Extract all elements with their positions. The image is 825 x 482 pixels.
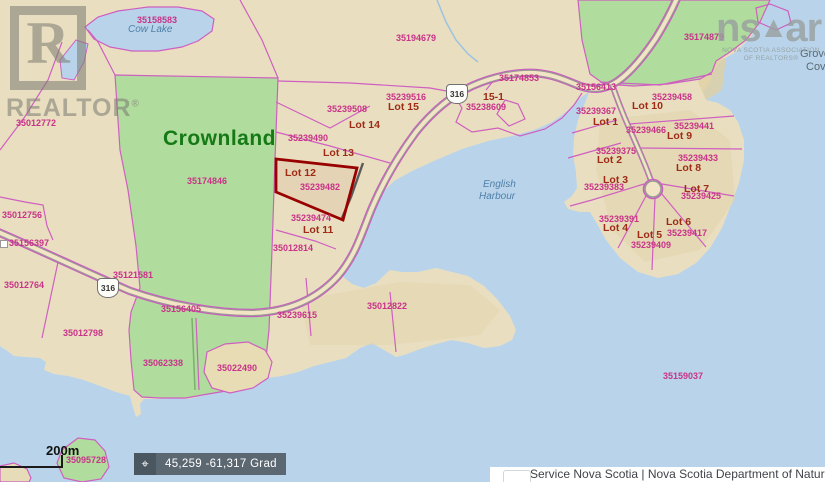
lot-label: Lot 14 (349, 120, 380, 131)
lot-label: Lot 5 (637, 230, 662, 241)
parcel-id-label: 35239490 (288, 134, 328, 143)
lot-label: Lot 7 (684, 184, 709, 195)
lot-label: Lot 12 (285, 168, 316, 179)
parcel-id-label: 35012822 (367, 302, 407, 311)
nsar-wordmark: ns▲ar (716, 10, 825, 46)
nsar-logo: ns▲ar NOVA SCOTIA ASSOCIATION OF REALTOR… (716, 10, 825, 64)
lot-label: Lot 1 (593, 117, 618, 128)
place-name-label: Harbour (479, 192, 515, 203)
parcel-id-label: 35239615 (277, 311, 317, 320)
lot-label: Lot 13 (323, 148, 354, 159)
marker-square (0, 240, 8, 248)
nsar-subtitle: NOVA SCOTIA ASSOCIATION OF REALTORS® (716, 47, 825, 64)
lot-label: Lot 9 (667, 131, 692, 142)
parcel-id-label: 35156405 (161, 305, 201, 314)
parcel-id-label: 35156397 (9, 239, 49, 248)
parcel-id-label: 35239466 (626, 126, 666, 135)
parcel-id-label: 35159037 (663, 372, 703, 381)
parcel-id-label: 35194679 (396, 34, 436, 43)
parcel-id-label: 35238609 (466, 103, 506, 112)
lot-label: Lot 4 (603, 223, 628, 234)
nsar-roof-icon: ▲ (759, 13, 788, 43)
parcel-id-label: 35239508 (327, 105, 367, 114)
lot-label: 15-1 (483, 92, 504, 103)
lot-label: Lot 10 (632, 101, 663, 112)
route-316-badge: 316 (97, 278, 119, 298)
parcel-id-label: 35174853 (499, 74, 539, 83)
parcel-id-label: 35239409 (631, 241, 671, 250)
parcel-id-label: 35012798 (63, 329, 103, 338)
scale-tick (61, 455, 63, 468)
realtor-logo: R REALTOR® (6, 6, 140, 123)
lot-label: Lot 11 (303, 225, 333, 236)
parcel-id-label: 35121581 (113, 271, 153, 280)
parcel-id-label: 35239482 (300, 183, 340, 192)
parcel-id-label: 35062338 (143, 359, 183, 368)
parcel-id-label: 35239417 (667, 229, 707, 238)
scale-line (0, 466, 63, 468)
attribution-bar: Service Nova Scotia | Nova Scotia Depart… (490, 467, 825, 482)
realtor-r-letter: R (26, 15, 69, 72)
map-canvas[interactable]: 3515858335012772351946793523951635239508… (0, 0, 825, 482)
lot-label: Lot 2 (597, 155, 622, 166)
lot-label: Lot 15 (388, 102, 419, 113)
parcel-id-label: 35012764 (4, 281, 44, 290)
coordinate-readout: ⌖ 45,259 -61,317 Grad (134, 453, 286, 475)
realtor-wordmark: REALTOR® (6, 94, 140, 123)
lot-label: Lot 3 (603, 175, 628, 186)
coordinate-value: 45,259 -61,317 Grad (156, 453, 286, 475)
place-name-label: English (483, 180, 516, 191)
parcel-id-label: 35156413 (576, 83, 616, 92)
parcel-id-label: 35012814 (273, 244, 313, 253)
realtor-r-box: R (10, 6, 86, 90)
parcel-id-label: 35174846 (187, 177, 227, 186)
parcel-id-label: 35012756 (2, 211, 42, 220)
registered-mark: ® (132, 99, 140, 110)
attribution-logo-box[interactable] (503, 470, 531, 482)
parcel-id-label: 35239474 (291, 214, 331, 223)
lot-label: Lot 6 (666, 217, 691, 228)
route-316-badge: 316 (446, 84, 468, 104)
parcel-id-label: 35022490 (217, 364, 257, 373)
crownland-label: Crownland (163, 128, 276, 150)
lot-label: Lot 8 (676, 163, 701, 174)
attribution-text: Service Nova Scotia | Nova Scotia Depart… (530, 467, 825, 481)
crosshair-icon: ⌖ (134, 453, 156, 475)
